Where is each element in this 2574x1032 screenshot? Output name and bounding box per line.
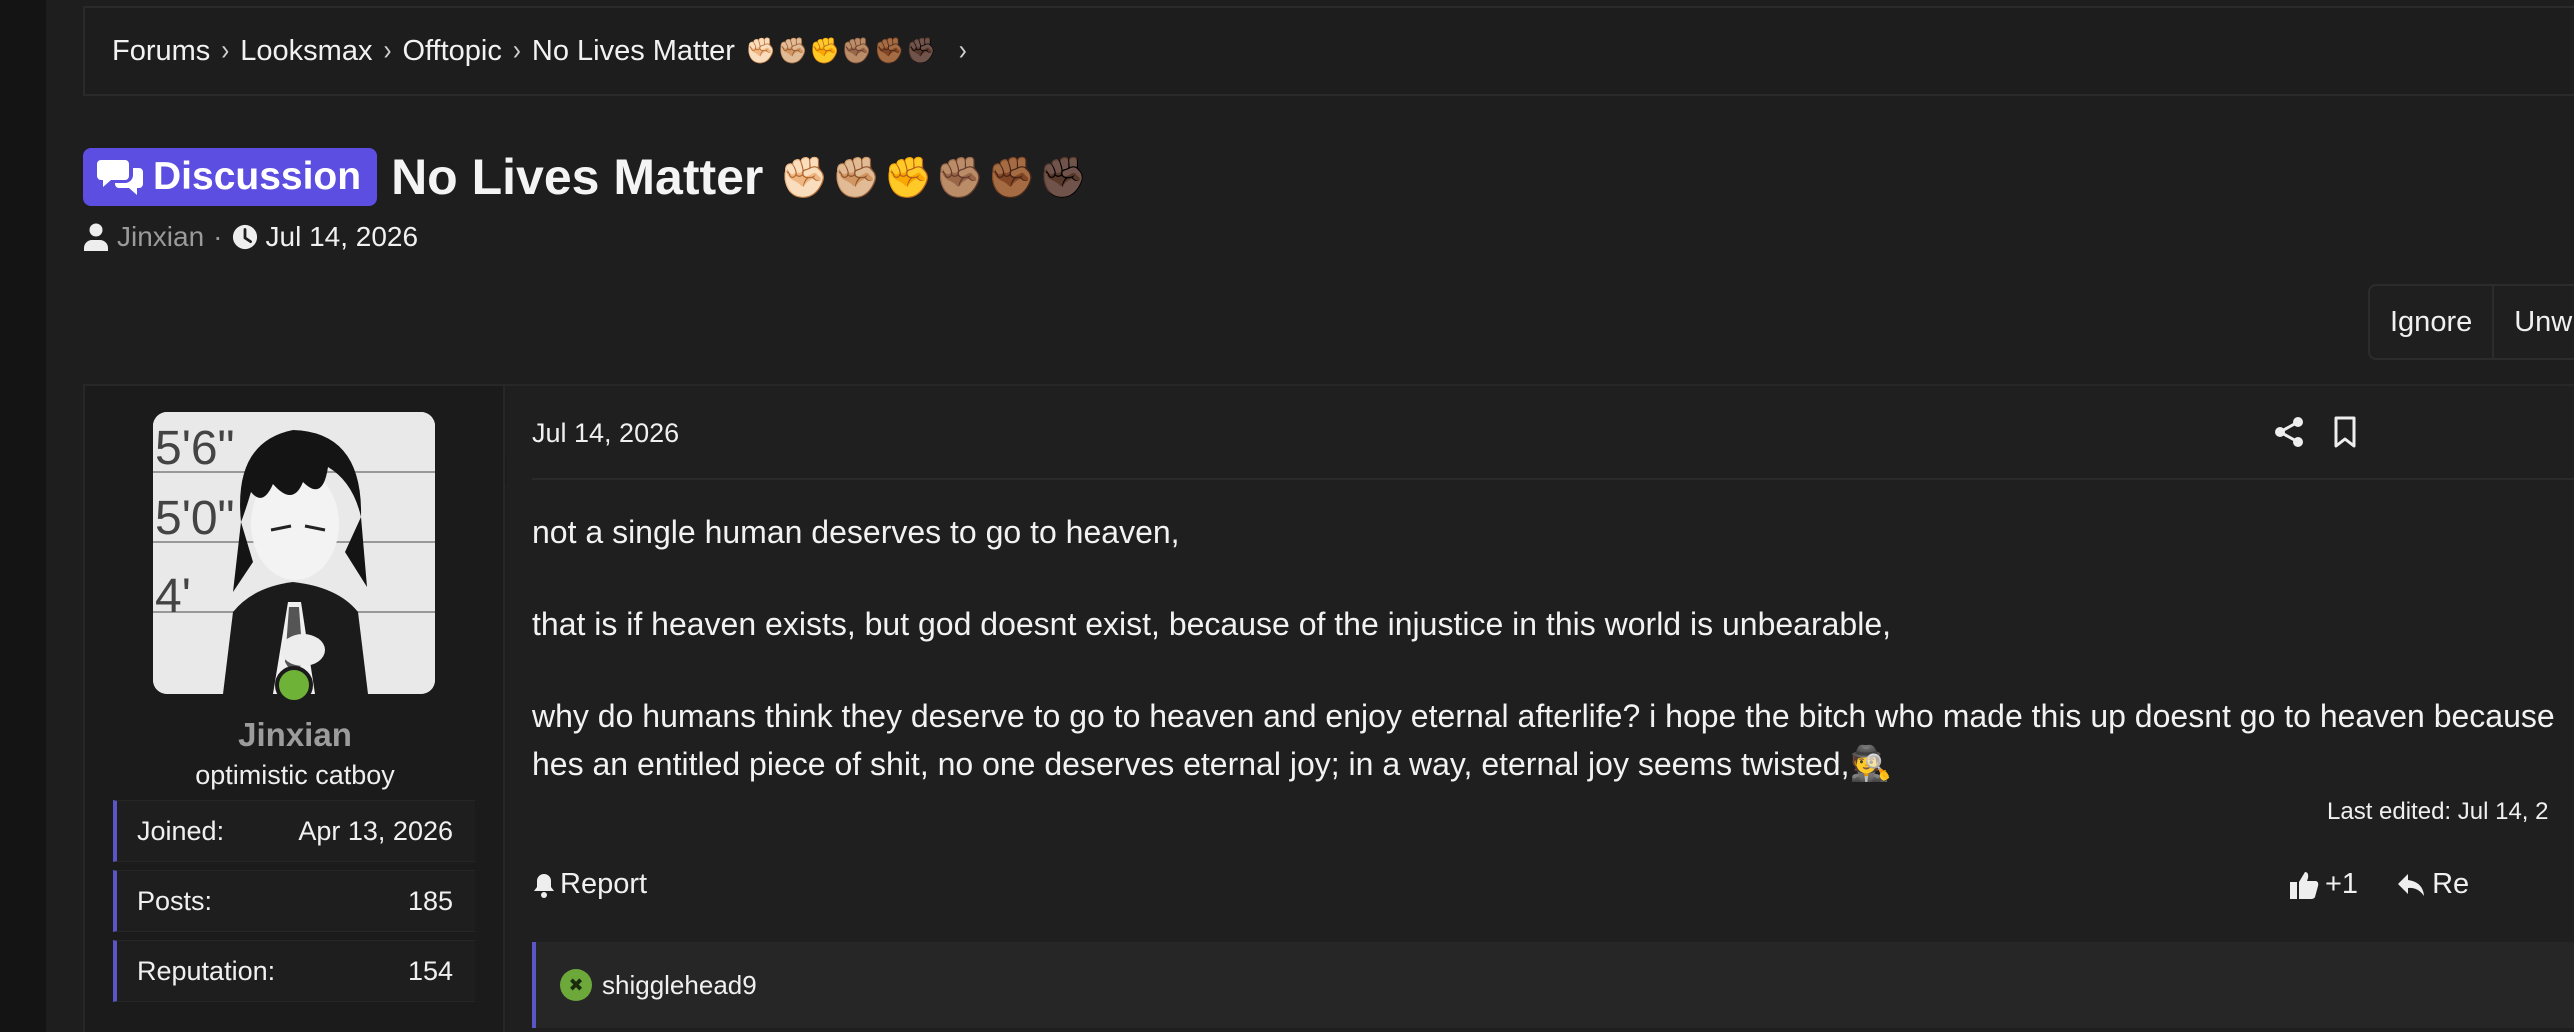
stat-joined: Joined: Apr 13, 2026	[113, 800, 475, 862]
reply-label[interactable]: Re	[2432, 868, 2469, 901]
stat-label: Posts:	[137, 885, 213, 916]
post-paragraph-last: why do humans think they deserve to go t…	[532, 692, 2572, 788]
thread-meta: Jinxian · Jul 14, 2026	[83, 221, 418, 253]
post-date-link[interactable]: Jul 14, 2026	[532, 418, 679, 449]
avatar-image: 5'6" 5'0" 4'	[153, 412, 435, 694]
comments-icon	[97, 160, 143, 195]
ignore-button[interactable]: Ignore	[2370, 286, 2492, 358]
prefix-badge[interactable]: Discussion	[83, 148, 378, 206]
fist-emoji-row: ✊🏻✊🏼✊✊🏽✊🏾✊🏿	[744, 36, 938, 65]
thread-title-row: Discussion No Lives Matter ✊🏻✊🏼✊✊🏽✊🏾✊🏿	[83, 148, 1090, 206]
avatar[interactable]: 5'6" 5'0" 4'	[153, 412, 435, 694]
user-icon	[84, 223, 108, 251]
reply-icon	[2398, 873, 2425, 896]
stat-label: Reputation:	[137, 955, 276, 986]
meta-separator: ·	[213, 221, 223, 252]
post-username[interactable]: Jinxian	[85, 716, 505, 754]
thread-action-buttons: Ignore Unw	[2368, 284, 2574, 360]
chevron-right-icon: ›	[221, 34, 230, 67]
stat-label: Joined:	[137, 815, 225, 846]
avatar-ruler-mark: 5'0"	[155, 492, 235, 545]
post-paragraph: that is if heaven exists, but god doesnt…	[532, 606, 1892, 642]
report-label[interactable]: Report	[560, 868, 647, 901]
breadcrumb-label[interactable]: Looksmax	[240, 35, 372, 68]
page-title: No Lives Matter	[391, 149, 764, 205]
thread-date-link[interactable]: Jul 14, 2026	[266, 221, 419, 253]
breadcrumb-label[interactable]: Offtopic	[402, 35, 501, 68]
nauseated-face-icon: ✖	[560, 969, 592, 1001]
post-main: Jul 14, 2026 not a single human deserves…	[507, 386, 2574, 1032]
stat-posts: Posts: 185	[113, 870, 475, 932]
clock-icon	[232, 224, 257, 250]
breadcrumb: Forums › Looksmax › Offtopic › No Lives …	[83, 6, 2574, 96]
post-paragraph: not a single human deserves to go to hea…	[532, 514, 1180, 550]
avatar-ruler-mark: 5'6"	[155, 422, 235, 475]
share-icon[interactable]	[2274, 416, 2304, 448]
unwatch-button[interactable]: Unw	[2492, 286, 2574, 358]
last-edited-note: Last edited: Jul 14, 2	[2327, 798, 2549, 825]
page-content: Forums › Looksmax › Offtopic › No Lives …	[46, 0, 2574, 1032]
thumbs-up-icon[interactable]	[2289, 870, 2319, 900]
reply-button[interactable]: Re	[2396, 868, 2469, 901]
smilie-icon: 🕵	[1849, 745, 1892, 783]
stat-value: 154	[407, 955, 453, 986]
breadcrumb-label[interactable]: No Lives Matter	[532, 35, 735, 68]
thread-author-link[interactable]: Jinxian	[117, 221, 204, 253]
reacted-user-link[interactable]: shigglehead9	[602, 970, 757, 1001]
bookmark-icon[interactable]	[2333, 416, 2357, 448]
report-button[interactable]: Report	[532, 868, 647, 901]
prefix-label: Discussion	[153, 155, 362, 198]
user-title: optimistic catboy	[195, 760, 395, 790]
stat-value: 185	[407, 885, 453, 916]
reactions-bar[interactable]: ✖ shigglehead9	[532, 942, 2574, 1028]
chevron-right-icon[interactable]: ›	[948, 34, 978, 68]
post-body: not a single human deserves to go to hea…	[532, 508, 2572, 788]
left-rail	[0, 0, 46, 1032]
divider	[532, 478, 2574, 480]
stat-reputation: Reputation: 154	[113, 940, 475, 1002]
post-user-panel: 5'6" 5'0" 4' Jinxian optimistic catboy J…	[85, 386, 519, 1032]
breadcrumb-item-forums[interactable]: Forums	[112, 35, 210, 68]
chevron-right-icon: ›	[512, 34, 521, 67]
reaction-count[interactable]: +1	[2325, 868, 2358, 901]
reaction-controls: +1 Re	[2289, 868, 2469, 901]
post-paragraph-text: why do humans think they deserve to go t…	[532, 698, 2555, 782]
breadcrumb-label[interactable]: Forums	[112, 35, 210, 68]
chevron-right-icon: ›	[383, 34, 392, 67]
stat-value: Apr 13, 2026	[298, 815, 453, 846]
online-status-indicator	[275, 666, 313, 704]
breadcrumb-item-offtopic[interactable]: Offtopic	[402, 35, 501, 68]
avatar-ruler-mark: 4'	[155, 570, 191, 623]
bell-icon	[534, 873, 554, 898]
breadcrumb-item-looksmax[interactable]: Looksmax	[240, 35, 372, 68]
post: 5'6" 5'0" 4' Jinxian optimistic catboy J…	[83, 384, 2574, 1032]
fist-emoji-row: ✊🏻✊🏼✊✊🏽✊🏾✊🏿	[779, 155, 1091, 200]
breadcrumb-item-thread[interactable]: No Lives Matter ✊🏻✊🏼✊✊🏽✊🏾✊🏿	[532, 35, 938, 68]
